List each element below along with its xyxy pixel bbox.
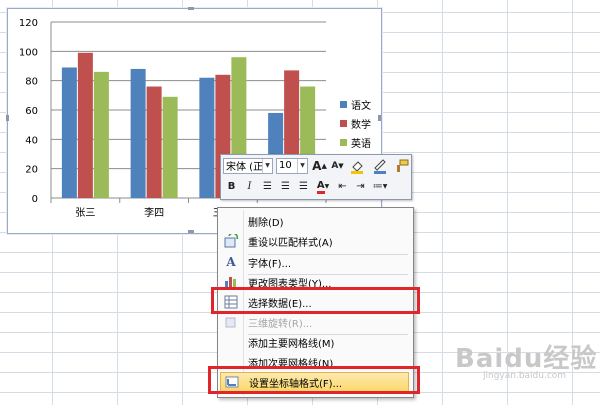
resize-handle-top[interactable] [188,7,194,10]
format-painter-icon [396,159,408,172]
bullets-button[interactable]: ≔ ▼ [370,178,390,195]
resize-handle-left[interactable] [6,115,9,121]
y-tick-label: 60 [25,106,38,117]
font-color-button[interactable]: A ▼ [313,178,333,195]
menu-item-label: 三维旋转(R)... [248,318,313,330]
decrease-indent-icon: ⇤ [338,181,347,192]
line-color-button[interactable] [370,157,392,174]
bar-2-1 [77,52,93,198]
menu-item-add-major-gridlines[interactable]: 添加主要网格线(M) [220,332,409,352]
align-right-icon: ☰ [299,181,308,192]
resize-handle-bottom[interactable] [188,230,194,233]
y-tick-label: 20 [25,165,38,176]
chevron-down-icon: ▼ [262,158,272,173]
y-tick-label: 120 [19,18,38,29]
bar-2-2 [146,86,162,198]
menu-item-label: 字体(F)... [248,258,292,270]
shrink-font-icon: A [331,160,339,171]
decrease-indent-button[interactable]: ⇤ [334,178,351,195]
font-size-value: 10 [279,160,292,171]
font-icon: A [226,255,236,269]
baidu-watermark: Baidu经验 jingyan.baidu.com [455,338,597,381]
reset-style-icon [220,234,242,248]
italic-icon: I [247,181,252,192]
bar-3-1 [93,71,109,198]
chevron-down-icon: ▼ [297,158,307,173]
menu-item-label: 重设以匹配样式(A) [248,237,333,249]
resize-handle-right[interactable] [378,115,381,121]
menu-item-3d-rotation[interactable]: 三维旋转(R)... [220,312,409,332]
menu-item-label: 删除(D) [248,217,284,229]
x-tick-label: 李四 [144,206,164,219]
legend-swatch-series-1 [340,101,347,108]
font-name-combo[interactable]: 宋体 (正 ▼ [223,157,273,174]
font-name-value: 宋体 (正 [226,162,262,173]
bar-3-2 [162,96,178,198]
legend-swatch-series-3 [340,139,347,146]
legend-item: 语文 [340,95,371,114]
align-center-button[interactable]: ☰ [259,178,276,195]
y-tick-label: 80 [25,77,38,88]
legend-swatch-series-2 [340,120,347,127]
menu-item-font[interactable]: A 字体(F)... [220,252,409,272]
font-color-icon: A [316,180,325,194]
legend-label: 语文 [351,101,371,112]
bar-1-2 [130,68,146,198]
align-middle-button[interactable]: ☰ [277,178,294,195]
legend-item: 数学 [340,114,371,133]
highlight-box-select-data [211,287,420,314]
3d-rotation-icon [220,315,242,329]
legend-item: 英语 [340,133,371,152]
font-size-combo[interactable]: 10 ▼ [276,157,308,174]
chart-legend[interactable]: 语文 数学 英语 [340,95,371,152]
pen-color-icon [374,158,386,174]
highlight-box-format-axis [208,366,420,394]
align-right-button[interactable]: ☰ [295,178,312,195]
grow-font-icon: A [312,158,322,173]
menu-item-reset-style[interactable]: 重设以匹配样式(A) [220,231,409,251]
bar-1-1 [61,67,77,198]
chart-area[interactable]: 020406080100120张三李四王五赵六 语文 数学 英语 [6,7,382,234]
bar-1-3 [199,77,215,198]
shrink-font-button[interactable]: A ▼ [329,157,346,174]
x-tick-label: 张三 [75,207,95,219]
watermark-logo-text: Baidu经验 [455,344,598,374]
legend-label: 数学 [351,120,371,131]
y-tick-label: 40 [25,135,38,146]
mini-toolbar: 宋体 (正 ▼ 10 ▼ A ▲ A ▼ B I ☰ ☰ ☰ A ▼ ⇤ ⇥ ≔… [220,154,412,200]
y-tick-label: 0 [32,194,38,205]
bold-icon: B [227,181,236,192]
bold-button[interactable]: B [223,178,240,195]
paint-bucket-icon [351,160,363,174]
legend-label: 英语 [351,139,371,150]
align-center-icon: ☰ [263,181,272,192]
align-middle-icon: ☰ [281,181,290,192]
menu-item-delete[interactable]: 删除(D) [220,211,409,231]
menu-item-label: 添加主要网格线(M) [248,338,335,350]
increase-indent-icon: ⇥ [356,181,365,192]
bullets-icon: ≔ [372,181,383,192]
format-painter-button[interactable] [393,157,410,174]
increase-indent-button[interactable]: ⇥ [352,178,369,195]
italic-button[interactable]: I [241,178,258,195]
grow-font-button[interactable]: A ▲ [311,157,328,174]
y-tick-label: 100 [19,47,38,58]
fill-color-button[interactable] [347,157,369,174]
